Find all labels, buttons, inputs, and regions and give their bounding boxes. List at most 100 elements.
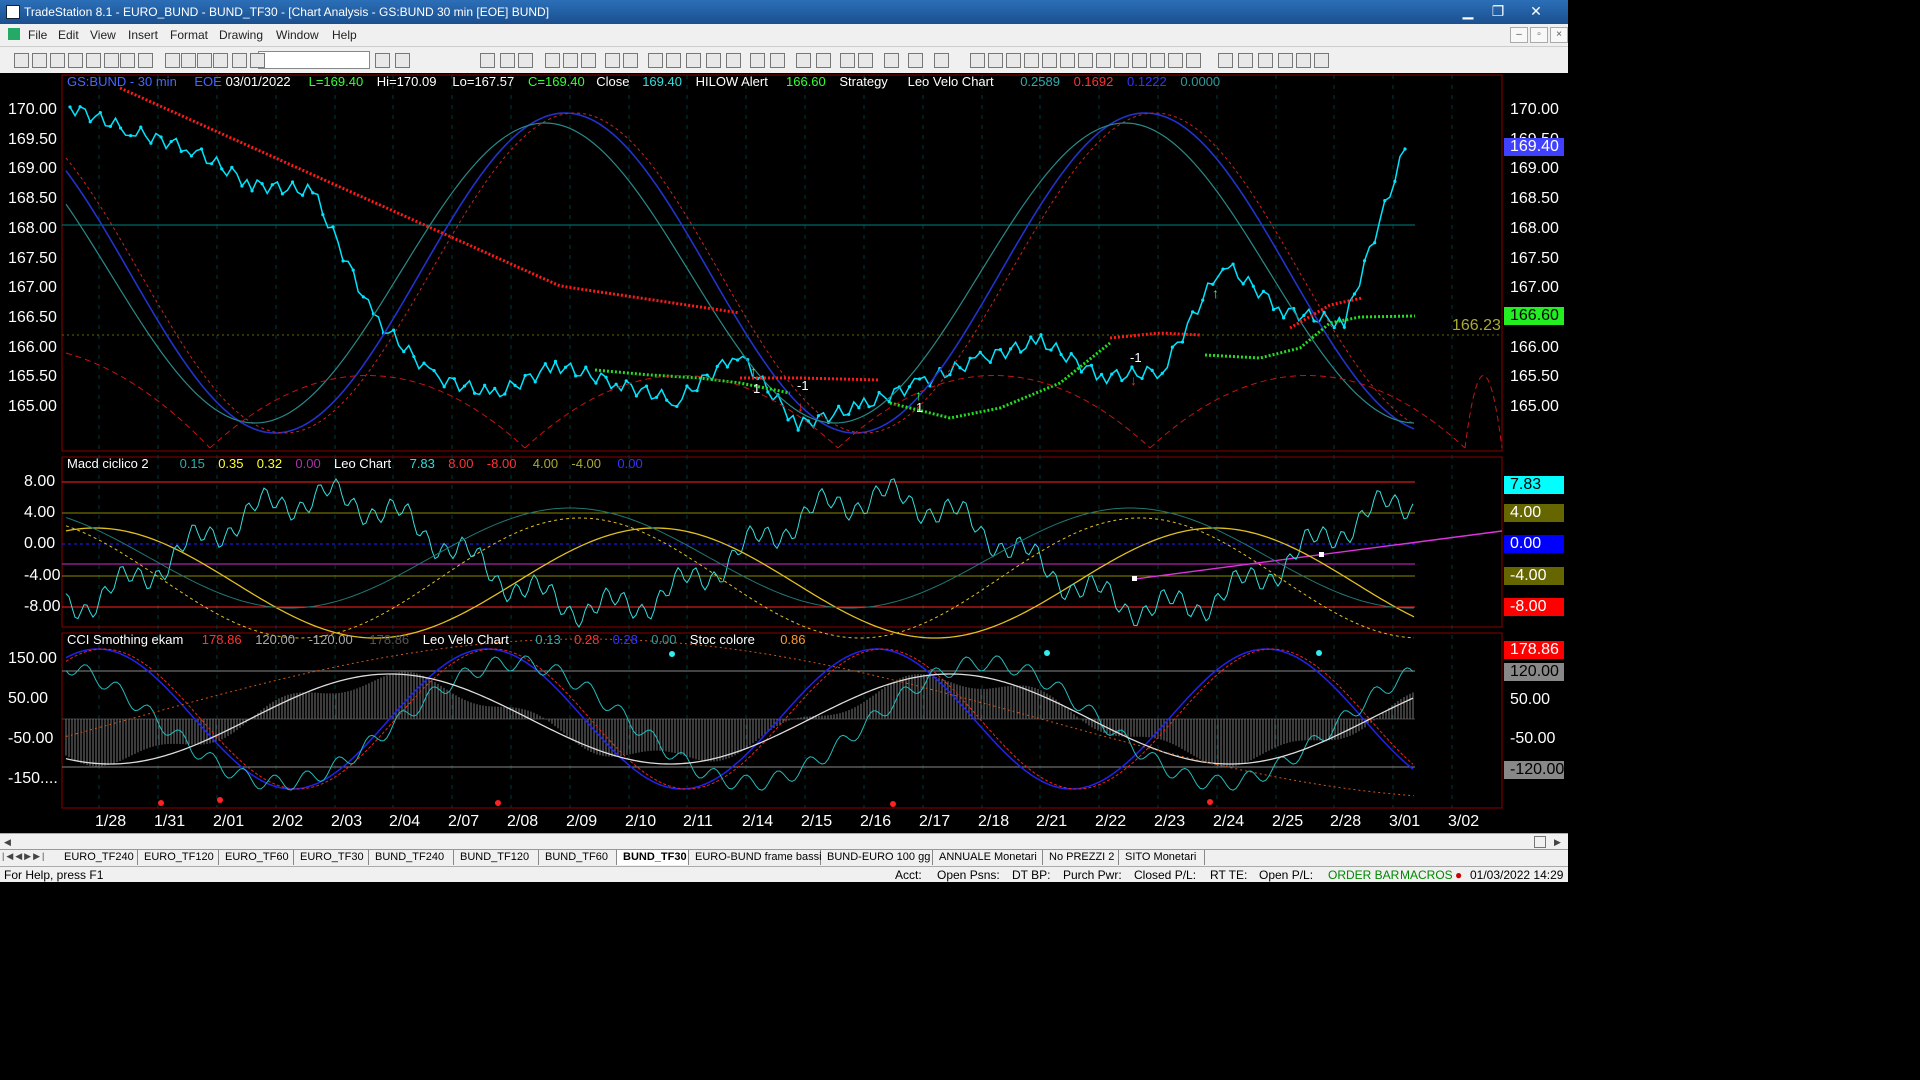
toolbar-tool-icon-51[interactable] — [1186, 53, 1201, 68]
tab-bund-euro-100-gg[interactable]: BUND-EURO 100 gg — [821, 850, 933, 865]
toolbar-tool-icon-24[interactable] — [623, 53, 638, 68]
toolbar-tool-icon-5[interactable] — [86, 53, 101, 68]
price-close-dot — [533, 380, 537, 384]
toolbar-tool-icon-34[interactable] — [840, 53, 855, 68]
tab-euro-tf240[interactable]: EURO_TF240 — [58, 850, 138, 865]
price-close-dot — [108, 124, 113, 129]
menu-format[interactable]: Format — [170, 28, 208, 42]
toolbar-tool-icon-52[interactable] — [1218, 53, 1233, 68]
close-icon[interactable]: ✕ — [1522, 2, 1550, 20]
toolbar-tool-icon-32[interactable] — [796, 53, 811, 68]
toolbar-tool-icon-48[interactable] — [1132, 53, 1147, 68]
toolbar-tool-icon-26[interactable] — [666, 53, 681, 68]
chart-canvas[interactable]: ↑ ↑ ↑ ↓ ↓ — [0, 73, 1568, 833]
toolbar-tool-icon-12[interactable] — [213, 53, 228, 68]
mdi-minimize-icon[interactable]: – — [1510, 27, 1528, 43]
toolbar-tool-icon-49[interactable] — [1150, 53, 1165, 68]
toolbar-tool-icon-29[interactable] — [726, 53, 741, 68]
toolbar-tool-icon-17[interactable] — [480, 53, 495, 68]
toolbar-tool-icon-21[interactable] — [563, 53, 578, 68]
menu-view[interactable]: View — [90, 28, 116, 42]
toolbar-tool-icon-33[interactable] — [816, 53, 831, 68]
toolbar-tool-icon-22[interactable] — [581, 53, 596, 68]
toolbar-tool-icon-42[interactable] — [1024, 53, 1039, 68]
tab-bund-tf120[interactable]: BUND_TF120 — [454, 850, 539, 865]
toolbar-tool-icon-19[interactable] — [518, 53, 533, 68]
toolbar-tool-icon-25[interactable] — [648, 53, 663, 68]
menu-insert[interactable]: Insert — [128, 28, 158, 42]
toolbar-tool-icon-37[interactable] — [908, 53, 923, 68]
tab-nav-icons[interactable]: |◀◀▶▶| — [2, 851, 46, 862]
toolbar-tool-icon-11[interactable] — [197, 53, 212, 68]
toolbar-tool-icon-23[interactable] — [605, 53, 620, 68]
toolbar-tool-icon-38[interactable] — [934, 53, 949, 68]
toolbar-tool-icon-14[interactable] — [250, 53, 265, 68]
menu-help[interactable]: Help — [332, 28, 357, 42]
scroll-right-icon[interactable]: ▶ — [1554, 837, 1561, 848]
toolbar-tool-icon-9[interactable] — [165, 53, 180, 68]
toolbar-tool-icon-41[interactable] — [1006, 53, 1021, 68]
toolbar-tool-icon-27[interactable] — [686, 53, 701, 68]
toolbar-tool-icon-1[interactable] — [14, 53, 29, 68]
buy-arrow-icon: ↑ — [1212, 285, 1219, 301]
mdi-close-icon[interactable]: × — [1550, 27, 1568, 43]
tab-annuale-monetari[interactable]: ANNUALE Monetari — [933, 850, 1043, 865]
toolbar-tool-icon-43[interactable] — [1042, 53, 1057, 68]
toolbar-dropdown[interactable] — [258, 51, 370, 69]
menu-window[interactable]: Window — [276, 28, 319, 42]
toolbar-tool-icon-45[interactable] — [1078, 53, 1093, 68]
toolbar-tool-icon-36[interactable] — [884, 53, 899, 68]
toolbar-tool-icon-47[interactable] — [1114, 53, 1129, 68]
toolbar-tool-icon-30[interactable] — [750, 53, 765, 68]
toolbar-tool-icon-44[interactable] — [1060, 53, 1075, 68]
horizontal-scrollbar[interactable]: ◀ ▶ — [0, 833, 1568, 850]
order-bar-label[interactable]: ORDER BAR — [1328, 868, 1399, 882]
toolbar-tool-icon-8[interactable] — [138, 53, 153, 68]
tab-no-prezzi-2[interactable]: No PREZZI 2 — [1043, 850, 1119, 865]
toolbar-tool-icon-35[interactable] — [858, 53, 873, 68]
menu-file[interactable]: File — [28, 28, 47, 42]
toolbar-tool-icon-10[interactable] — [181, 53, 196, 68]
tab-euro-bund-frame-bassi[interactable]: EURO-BUND frame bassi — [689, 850, 822, 865]
toolbar-tool-icon-3[interactable] — [50, 53, 65, 68]
minimize-icon[interactable]: ▁ — [1454, 2, 1482, 20]
toolbar-tool-icon-54[interactable] — [1258, 53, 1273, 68]
price-close-dot — [361, 295, 365, 299]
toolbar-tool-icon-31[interactable] — [770, 53, 785, 68]
toolbar-tool-icon-46[interactable] — [1096, 53, 1111, 68]
toolbar-tool-icon-16[interactable] — [395, 53, 410, 68]
mdi-restore-icon[interactable]: ▫ — [1530, 27, 1548, 43]
toolbar-tool-icon-6[interactable] — [104, 53, 119, 68]
toolbar-tool-icon-15[interactable] — [375, 53, 390, 68]
toolbar-tool-icon-7[interactable] — [120, 53, 135, 68]
tab-bund-tf60[interactable]: BUND_TF60 — [539, 850, 617, 865]
maximize-icon[interactable]: ❐ — [1484, 2, 1512, 20]
toolbar-tool-icon-28[interactable] — [706, 53, 721, 68]
toolbar-tool-icon-57[interactable] — [1314, 53, 1329, 68]
tab-bund-tf30[interactable]: BUND_TF30 — [617, 850, 689, 865]
tab-sito-monetari[interactable]: SITO Monetari — [1119, 850, 1205, 865]
window-title: TradeStation 8.1 - EURO_BUND - BUND_TF30… — [24, 5, 550, 19]
toolbar-tool-icon-55[interactable] — [1278, 53, 1293, 68]
toolbar-tool-icon-39[interactable] — [970, 53, 985, 68]
toolbar-tool-icon-13[interactable] — [232, 53, 247, 68]
tab-euro-tf120[interactable]: EURO_TF120 — [138, 850, 219, 865]
toolbar-tool-icon-53[interactable] — [1238, 53, 1253, 68]
tab-euro-tf60[interactable]: EURO_TF60 — [219, 850, 294, 865]
menu-drawing[interactable]: Drawing — [219, 28, 263, 42]
chart-area[interactable]: ↑ ↑ ↑ ↓ ↓ GS:BUND - 30 min EOE 03/01/2022 L=169… — [0, 73, 1568, 833]
toolbar-tool-icon-56[interactable] — [1296, 53, 1311, 68]
scroll-left-icon[interactable]: ◀ — [4, 837, 11, 848]
macros-label[interactable]: MACROS — [1400, 868, 1453, 882]
toolbar-tool-icon-40[interactable] — [988, 53, 1003, 68]
price-close-dot — [280, 192, 284, 196]
tab-bund-tf240[interactable]: BUND_TF240 — [369, 850, 454, 865]
toolbar-tool-icon-4[interactable] — [68, 53, 83, 68]
toolbar-tool-icon-18[interactable] — [500, 53, 515, 68]
toolbar-tool-icon-20[interactable] — [545, 53, 560, 68]
toolbar-tool-icon-50[interactable] — [1168, 53, 1183, 68]
scroll-thumb[interactable] — [1534, 836, 1546, 848]
toolbar-tool-icon-2[interactable] — [32, 53, 47, 68]
tab-euro-tf30[interactable]: EURO_TF30 — [294, 850, 369, 865]
menu-edit[interactable]: Edit — [58, 28, 79, 42]
